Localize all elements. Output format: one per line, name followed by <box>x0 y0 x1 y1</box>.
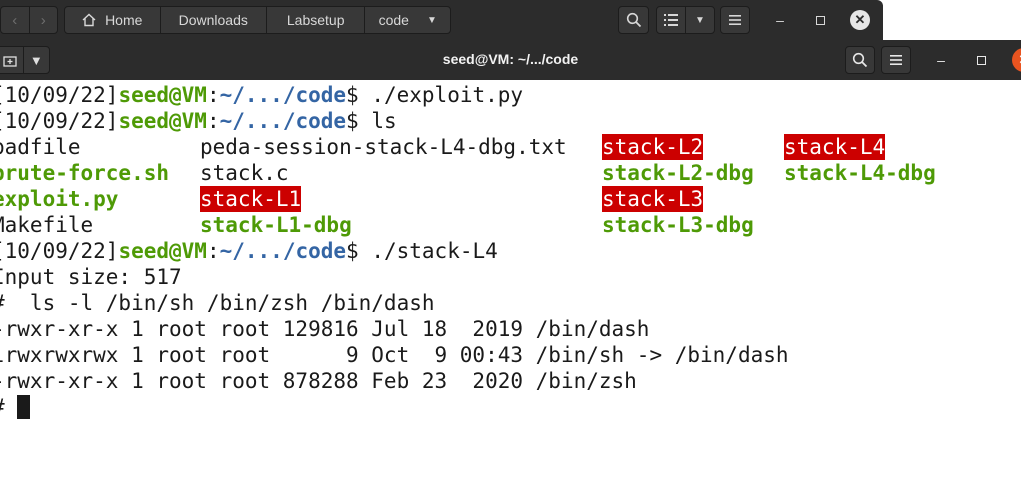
prompt-dollar: $ <box>346 83 359 107</box>
prompt-path: ~/.../code <box>219 83 347 107</box>
prompt-user-host: seed@VM <box>118 83 207 107</box>
prompt-colon: : <box>206 109 220 133</box>
ls-entry-executable: exploit.py <box>0 187 119 211</box>
prompt-dollar: $ <box>346 239 359 263</box>
output-line: -rwxr-xr-x 1 root root 129816 Jul 18 201… <box>0 317 650 341</box>
minimize-icon: – <box>776 12 784 28</box>
shell-prompt-line[interactable]: # <box>0 394 31 420</box>
home-icon <box>82 13 96 27</box>
root-prompt: # <box>0 395 17 419</box>
maximize-icon <box>976 55 986 65</box>
prompt-user-host: seed@VM <box>118 109 207 133</box>
output-line: # ls -l /bin/sh /bin/zsh /bin/dash <box>0 291 435 315</box>
prompt-path: ~/.../code <box>219 239 347 263</box>
maximize-icon <box>815 15 825 25</box>
terminal-menu-button[interactable] <box>881 46 911 74</box>
fm-maximize-button[interactable] <box>811 11 829 29</box>
terminal-search-button[interactable] <box>845 46 875 74</box>
ls-row: badfile peda-session-stack-L4-dbg.txt st… <box>0 134 1021 160</box>
prompt-dollar: $ <box>346 109 359 133</box>
ls-entry-executable: stack-L2-dbg <box>602 161 754 185</box>
hamburger-icon <box>890 55 902 65</box>
breadcrumb-downloads[interactable]: Downloads <box>161 7 267 33</box>
close-icon: ✕ <box>854 12 866 27</box>
command-text: ./exploit.py <box>358 83 524 107</box>
prompt-date: [10/09/22] <box>0 109 119 133</box>
breadcrumb-labsetup[interactable]: Labsetup <box>267 7 366 33</box>
ls-entry-executable: stack-L3-dbg <box>602 213 754 237</box>
new-tab-button[interactable] <box>0 47 23 73</box>
list-view-button[interactable] <box>657 7 685 33</box>
fm-menu-button[interactable] <box>720 6 750 34</box>
breadcrumb-home-label: Home <box>105 12 143 28</box>
new-tab-icon <box>3 55 17 67</box>
prompt-line: [10/09/22]seed@VM:~/.../code$ ./stack-L4 <box>0 238 498 264</box>
history-nav: ‹ › <box>0 6 58 34</box>
terminal-header: ▼ seed@VM: ~/.../code – ✕ <box>0 40 1021 80</box>
fm-search-button[interactable] <box>618 6 649 34</box>
ls-row: brute-force.sh stack.c stack-L2-dbg stac… <box>0 160 1021 186</box>
ls-entry-executable: brute-force.sh <box>0 161 170 185</box>
list-view-icon <box>664 14 678 26</box>
breadcrumb-code[interactable]: code ▼ <box>365 7 450 33</box>
file-manager-header: ‹ › Home Downloads Labsetup code ▼ ▼ – ✕ <box>0 0 883 40</box>
text-cursor <box>17 395 31 419</box>
minimize-icon: – <box>937 52 945 68</box>
prompt-colon: : <box>206 239 220 263</box>
chevron-down-icon: ▼ <box>426 14 437 26</box>
prompt-user-host: seed@VM <box>118 239 207 263</box>
ls-entry-setuid: stack-L4 <box>784 134 886 160</box>
prompt-line: [10/09/22]seed@VM:~/.../code$ ls <box>0 108 397 134</box>
prompt-line: [10/09/22]seed@VM:~/.../code$ ./exploit.… <box>0 82 523 108</box>
command-text: ls <box>358 109 397 133</box>
ls-row: exploit.py stack-L1 stack-L3 <box>0 186 1021 212</box>
prompt-path: ~/.../code <box>219 109 347 133</box>
chevron-down-icon: ▼ <box>29 52 43 68</box>
breadcrumb-downloads-label: Downloads <box>178 12 248 28</box>
ls-entry-setuid: stack-L2 <box>602 134 704 160</box>
breadcrumb: Home Downloads Labsetup code ▼ <box>64 6 451 34</box>
terminal-close-button[interactable]: ✕ <box>1012 48 1021 72</box>
back-button[interactable]: ‹ <box>1 7 29 33</box>
ls-entry-setuid: stack-L3 <box>602 186 704 212</box>
view-options-button[interactable]: ▼ <box>685 7 714 33</box>
forward-button[interactable]: › <box>28 7 58 33</box>
ls-entry-setuid: stack-L1 <box>200 186 302 212</box>
new-tab-group: ▼ <box>0 46 50 74</box>
ls-entry: peda-session-stack-L4-dbg.txt <box>200 135 567 159</box>
breadcrumb-labsetup-label: Labsetup <box>286 12 345 28</box>
terminal-maximize-button[interactable] <box>972 51 990 69</box>
terminal-output[interactable]: [10/09/22]seed@VM:~/.../code$ ./exploit.… <box>0 80 1021 497</box>
ls-row: Makefile stack-L1-dbg stack-L3-dbg <box>0 212 1021 238</box>
fm-minimize-button[interactable]: – <box>771 11 789 29</box>
hamburger-icon <box>729 15 741 25</box>
search-icon <box>626 12 641 28</box>
command-text: ./stack-L4 <box>358 239 498 263</box>
breadcrumb-code-label: code <box>378 12 409 28</box>
prompt-colon: : <box>206 83 220 107</box>
ls-entry: stack.c <box>200 161 289 185</box>
chevron-down-icon: ▼ <box>695 14 705 26</box>
prompt-date: [10/09/22] <box>0 239 119 263</box>
fm-close-button[interactable]: ✕ <box>850 10 870 30</box>
ls-entry-executable: stack-L1-dbg <box>200 213 352 237</box>
output-line: -rwxr-xr-x 1 root root 878288 Feb 23 202… <box>0 369 637 393</box>
search-icon <box>852 52 868 68</box>
ls-entry: badfile <box>0 135 81 159</box>
breadcrumb-home[interactable]: Home <box>65 7 161 33</box>
terminal-minimize-button[interactable]: – <box>932 51 950 69</box>
ls-entry-executable: stack-L4-dbg <box>784 161 936 185</box>
prompt-date: [10/09/22] <box>0 83 119 107</box>
view-toggle: ▼ <box>656 6 715 34</box>
new-tab-menu-button[interactable]: ▼ <box>22 47 50 73</box>
output-line: Input size: 517 <box>0 265 182 289</box>
ls-entry: Makefile <box>0 213 94 237</box>
output-line: lrwxrwxrwx 1 root root 9 Oct 9 00:43 /bi… <box>0 343 789 367</box>
